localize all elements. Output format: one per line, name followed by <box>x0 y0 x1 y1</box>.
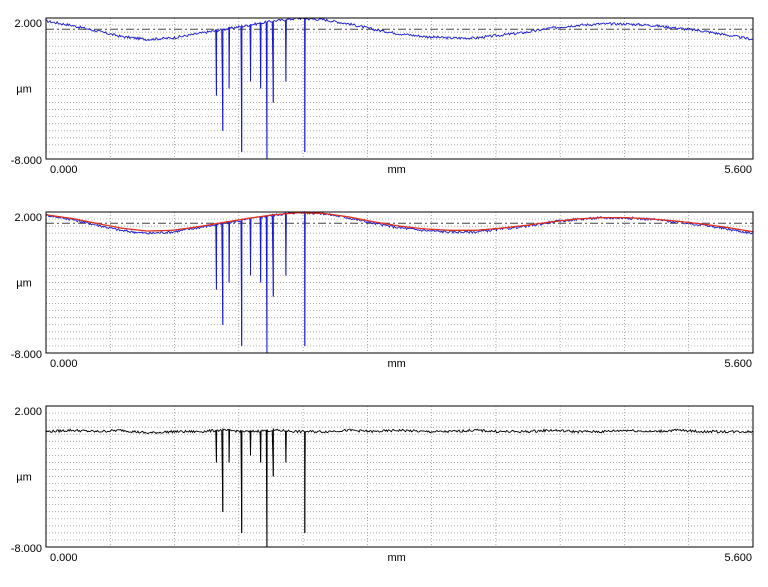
x-tick-label: 0.000 <box>50 164 78 176</box>
y-tick-label: -8.000 <box>11 543 42 555</box>
y-axis-label: µm <box>16 278 32 290</box>
y-axis-label: µm <box>16 472 32 484</box>
y-tick-label: 2.000 <box>14 18 42 30</box>
y-axis-label: µm <box>16 84 32 96</box>
y-tick-label: 2.000 <box>14 406 42 418</box>
x-tick-label: 0.000 <box>50 358 78 370</box>
x-tick-label: 5.600 <box>724 552 752 564</box>
x-tick-label: 5.600 <box>724 164 752 176</box>
x-tick-label: 5.600 <box>724 358 752 370</box>
profile-figure: 2.000 -8.000 µm 0.000 5.600 mm 2.000 -8.000 µm 0.… <box>11 17 754 564</box>
x-axis-label: mm <box>388 358 406 370</box>
y-tick-label: -8.000 <box>11 155 42 167</box>
x-axis-label: mm <box>388 552 406 564</box>
y-tick-label: 2.000 <box>14 212 42 224</box>
y-tick-label: -8.000 <box>11 349 42 361</box>
x-tick-label: 0.000 <box>50 552 78 564</box>
x-axis-label: mm <box>388 164 406 176</box>
